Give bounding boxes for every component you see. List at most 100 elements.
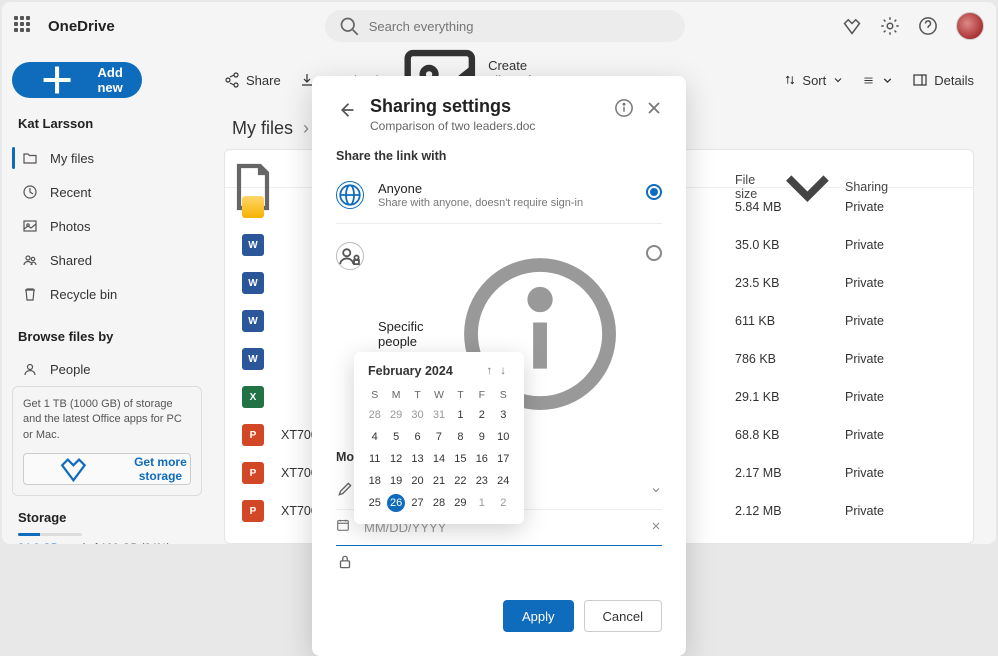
- app-launcher-icon[interactable]: [14, 16, 34, 36]
- back-icon[interactable]: [336, 100, 356, 120]
- add-new-label: Add new: [94, 65, 126, 95]
- view-button[interactable]: [862, 74, 894, 87]
- calendar-day[interactable]: 2: [493, 492, 514, 514]
- calendar-day[interactable]: 19: [385, 470, 406, 492]
- share-button[interactable]: Share: [224, 72, 281, 88]
- calendar-day[interactable]: 29: [450, 492, 471, 514]
- apply-button[interactable]: Apply: [503, 600, 574, 632]
- calendar-day[interactable]: 14: [428, 448, 449, 470]
- calendar-day[interactable]: 3: [493, 404, 514, 426]
- file-size: 5.84 MB: [735, 200, 845, 214]
- clear-icon[interactable]: [650, 519, 662, 537]
- calendar-day[interactable]: 26: [385, 492, 406, 514]
- sidebar-item-label: Shared: [50, 253, 92, 268]
- person-icon: [22, 361, 38, 377]
- sidebar-item-label: Photos: [50, 219, 90, 234]
- prev-month-icon[interactable]: ↑: [483, 365, 497, 377]
- password-field[interactable]: [336, 546, 662, 582]
- file-size: 35.0 KB: [735, 238, 845, 252]
- lock-icon: [336, 553, 354, 576]
- details-button[interactable]: Details: [912, 72, 974, 88]
- sidebar-item-shared[interactable]: Shared: [12, 243, 202, 277]
- calendar-day[interactable]: 22: [450, 470, 471, 492]
- calendar-day[interactable]: 24: [493, 470, 514, 492]
- file-type-icon: P: [225, 462, 281, 484]
- radio-unselected[interactable]: [646, 245, 662, 261]
- close-icon[interactable]: [644, 98, 664, 118]
- file-size: 786 KB: [735, 352, 845, 366]
- calendar-day[interactable]: 15: [450, 448, 471, 470]
- next-month-icon[interactable]: ↓: [496, 365, 510, 377]
- col-sharing[interactable]: Sharing: [845, 180, 955, 194]
- calendar-day[interactable]: 17: [493, 448, 514, 470]
- calendar-day[interactable]: 27: [407, 492, 428, 514]
- calendar-month[interactable]: February 2024: [368, 364, 483, 378]
- file-sharing: Private: [845, 504, 955, 518]
- cancel-button[interactable]: Cancel: [584, 600, 662, 632]
- info-icon[interactable]: [614, 98, 634, 118]
- calendar-day[interactable]: 13: [407, 448, 428, 470]
- chevron-right-icon: ›: [303, 118, 309, 139]
- calendar-day[interactable]: 12: [385, 448, 406, 470]
- file-size: 611 KB: [735, 314, 845, 328]
- get-more-storage-button[interactable]: Get more storage: [23, 453, 191, 485]
- sidebar-item-label: Recent: [50, 185, 91, 200]
- avatar[interactable]: [956, 12, 984, 40]
- breadcrumb-root[interactable]: My files: [232, 118, 293, 139]
- user-name: Kat Larsson: [18, 116, 196, 131]
- date-picker[interactable]: February 2024 ↑ ↓ SMTWTFS 28293031123456…: [354, 352, 524, 524]
- globe-icon: [336, 181, 364, 209]
- calendar-day[interactable]: 6: [407, 426, 428, 448]
- sidebar-item-people[interactable]: People: [12, 352, 202, 386]
- file-type-icon: W: [225, 310, 281, 332]
- option-desc: Share with anyone, doesn't require sign-…: [378, 197, 632, 209]
- help-icon[interactable]: [918, 16, 938, 36]
- calendar-day[interactable]: 4: [364, 426, 385, 448]
- share-option-anyone[interactable]: Anyone Share with anyone, doesn't requir…: [336, 173, 662, 217]
- file-type-icon: P: [225, 424, 281, 446]
- calendar-day[interactable]: 10: [493, 426, 514, 448]
- calendar-day[interactable]: 20: [407, 470, 428, 492]
- sidebar-item-recent[interactable]: Recent: [12, 175, 202, 209]
- sidebar-item-label: People: [50, 362, 90, 377]
- share-with-label: Share the link with: [336, 149, 662, 163]
- sidebar-item-recycle-bin[interactable]: Recycle bin: [12, 277, 202, 311]
- premium-icon[interactable]: [842, 16, 862, 36]
- calendar-day[interactable]: 28: [428, 492, 449, 514]
- sidebar-item-photos[interactable]: Photos: [12, 209, 202, 243]
- radio-selected[interactable]: [646, 184, 662, 200]
- add-new-button[interactable]: Add new: [12, 62, 142, 98]
- file-size: 68.8 KB: [735, 428, 845, 442]
- calendar-day[interactable]: 5: [385, 426, 406, 448]
- search-input[interactable]: [369, 19, 671, 34]
- calendar-day[interactable]: 9: [471, 426, 492, 448]
- calendar-day[interactable]: 1: [450, 404, 471, 426]
- chevron-down-icon: [650, 483, 662, 501]
- calendar-day[interactable]: 18: [364, 470, 385, 492]
- calendar-day[interactable]: 23: [471, 470, 492, 492]
- calendar-day[interactable]: 16: [471, 448, 492, 470]
- calendar-day[interactable]: 30: [407, 404, 428, 426]
- calendar-day[interactable]: 7: [428, 426, 449, 448]
- sidebar-item-label: My files: [50, 151, 94, 166]
- storage-usage: 34.6 GB used of 100 GB (34%): [18, 542, 196, 544]
- modal-title: Sharing settings: [370, 96, 535, 117]
- calendar-day[interactable]: 31: [428, 404, 449, 426]
- calendar-day[interactable]: 21: [428, 470, 449, 492]
- calendar-day[interactable]: 2: [471, 404, 492, 426]
- calendar-day[interactable]: 28: [364, 404, 385, 426]
- calendar-day[interactable]: 25: [364, 492, 385, 514]
- trash-icon: [22, 286, 38, 302]
- settings-icon[interactable]: [880, 16, 900, 36]
- calendar-day[interactable]: 11: [364, 448, 385, 470]
- calendar-day[interactable]: 29: [385, 404, 406, 426]
- storage-used-link[interactable]: 34.6 GB: [18, 542, 58, 544]
- sidebar-item-label: Recycle bin: [50, 287, 117, 302]
- promo-text: Get 1 TB (1000 GB) of storage and the la…: [23, 397, 191, 443]
- people-icon: [22, 252, 38, 268]
- storage-header: Storage: [18, 510, 196, 525]
- sort-button[interactable]: Sort: [784, 73, 844, 88]
- calendar-day[interactable]: 8: [450, 426, 471, 448]
- sidebar-item-my-files[interactable]: My files: [12, 141, 202, 175]
- calendar-day[interactable]: 1: [471, 492, 492, 514]
